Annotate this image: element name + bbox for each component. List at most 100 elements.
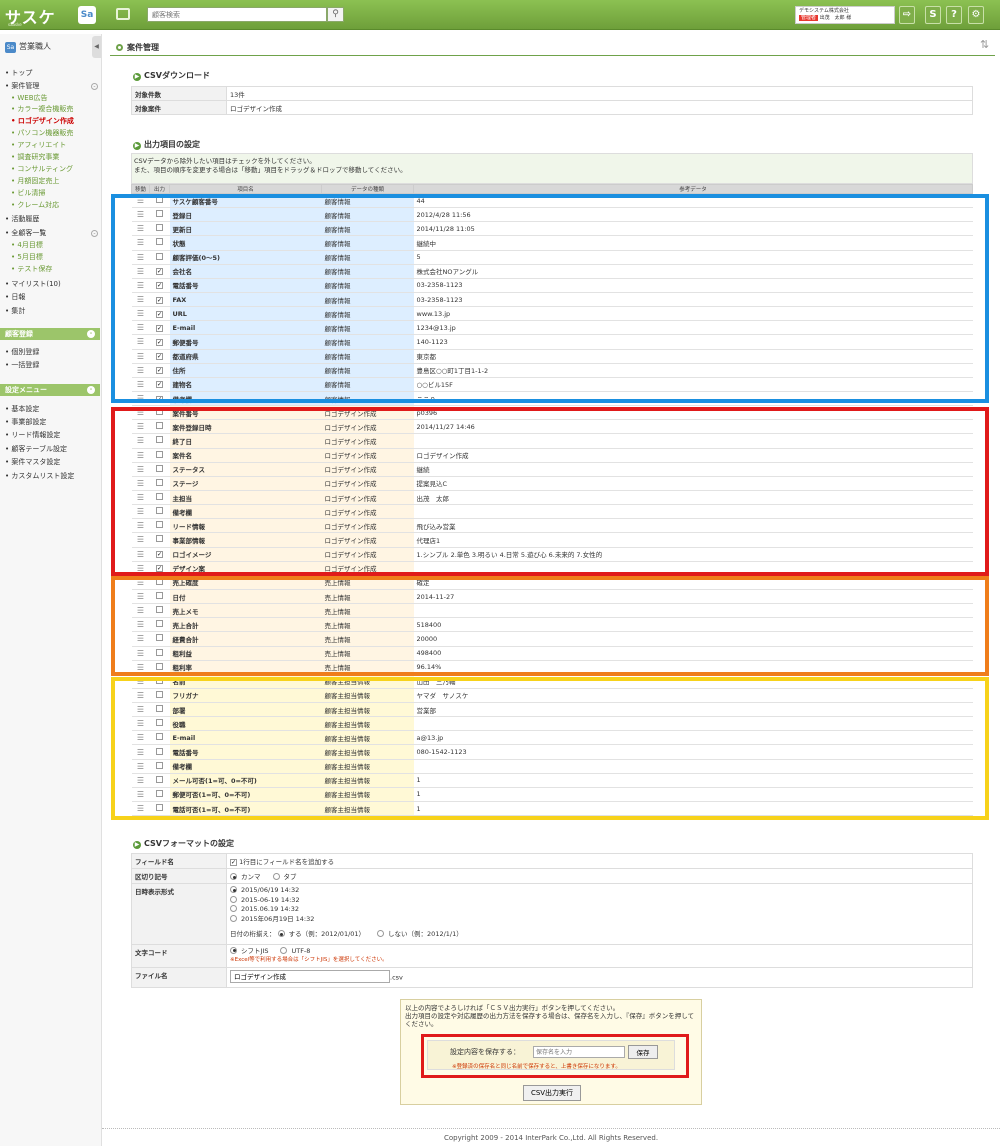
table-row[interactable]: ☰ ✓ 住所 顧客情報 豊島区○○町1丁目1-1-2 [131, 363, 973, 378]
output-checkbox[interactable] [156, 789, 163, 797]
sidebar-item-custom-list-settings[interactable]: • カスタムリスト設定 [5, 471, 74, 481]
sidebar-item-complaints[interactable]: • クレーム対応 [11, 200, 59, 210]
table-row[interactable]: ☰ ✓ 会社名 顧客情報 株式会社NOアングル [131, 264, 973, 279]
settings-icon[interactable]: ⚙ [968, 6, 984, 24]
drag-handle-icon[interactable]: ☰ [131, 349, 150, 364]
refresh-icon[interactable]: ⇅ [980, 38, 989, 51]
drag-handle-icon[interactable]: ☰ [131, 561, 150, 576]
output-checkbox[interactable]: ✓ [156, 338, 163, 346]
output-checkbox[interactable] [156, 238, 163, 246]
output-checkbox[interactable]: ✓ [156, 367, 163, 375]
output-checkbox[interactable] [156, 804, 163, 812]
drag-handle-icon[interactable]: ☰ [131, 773, 150, 788]
sidebar-item-web-ads[interactable]: • WEB広告 [11, 93, 48, 103]
table-row[interactable]: ☰ 更新日 顧客情報 2014/11/28 11:05 [131, 221, 973, 237]
table-row[interactable]: ☰ 経費合計 売上情報 20000 [131, 631, 973, 647]
search-icon[interactable]: ⚲ [327, 7, 344, 22]
output-checkbox[interactable] [156, 761, 163, 769]
sidebar-item-deals[interactable]: • 案件管理 [5, 81, 39, 91]
drag-handle-icon[interactable]: ☰ [131, 377, 150, 392]
output-checkbox[interactable] [156, 196, 163, 204]
save-name-input[interactable] [533, 1046, 625, 1058]
date-format-radio[interactable] [230, 895, 237, 903]
output-checkbox[interactable] [156, 521, 163, 529]
sidebar-item-top[interactable]: • トップ [5, 68, 32, 78]
comma-radio[interactable] [230, 873, 237, 880]
drag-handle-icon[interactable]: ☰ [131, 221, 150, 237]
drag-handle-icon[interactable]: ☰ [131, 787, 150, 803]
sidebar-item-copier-sales[interactable]: • カラー複合機販売 [11, 104, 73, 114]
sidebar-section-settings[interactable]: 設定メニュー - [0, 384, 100, 396]
drag-handle-icon[interactable]: ☰ [131, 688, 150, 704]
output-checkbox[interactable]: ✓ [156, 268, 163, 276]
output-checkbox[interactable] [156, 662, 163, 670]
sjis-radio[interactable] [230, 946, 237, 954]
output-checkbox[interactable] [156, 747, 163, 755]
sidebar-item-individual-register[interactable]: • 個別登録 [5, 347, 39, 357]
output-checkbox[interactable]: ✓ [156, 381, 163, 389]
sidebar-item-april-goal[interactable]: • 4月目標 [11, 240, 43, 250]
sidebar-item-daily-report[interactable]: • 日報 [5, 292, 25, 302]
date-format-radio[interactable] [230, 905, 237, 912]
drag-handle-icon[interactable]: ☰ [131, 617, 150, 633]
output-checkbox[interactable] [156, 224, 163, 232]
table-row[interactable]: ☰ 案件番号 ロゴデザイン作成 p0396 [131, 405, 973, 421]
drag-handle-icon[interactable]: ☰ [131, 716, 150, 732]
table-row[interactable]: ☰ ✓ 建物名 顧客情報 ○○ビル15F [131, 377, 973, 392]
sidebar-item-bulk-register[interactable]: • 一括登録 [5, 360, 39, 370]
sidebar-item-activity[interactable]: • 活動履歴 [5, 214, 39, 224]
drag-handle-icon[interactable]: ☰ [131, 264, 150, 279]
sidebar-item-test-save[interactable]: • テスト保存 [11, 264, 52, 274]
table-row[interactable]: ☰ 売上確度 売上情報 確定 [131, 575, 973, 590]
table-row[interactable]: ☰ サスケ顧客番号 顧客情報 44 [131, 193, 973, 209]
output-checkbox[interactable] [156, 422, 163, 430]
sidebar-item-building-cleaning[interactable]: • ビル清掃 [11, 188, 45, 198]
output-checkbox[interactable] [156, 634, 163, 642]
output-checkbox[interactable]: ✓ [156, 282, 163, 290]
drag-handle-icon[interactable]: ☰ [131, 603, 150, 619]
table-row[interactable]: ☰ 終了日 ロゴデザイン作成 [131, 433, 973, 449]
collapse-icon[interactable]: - [87, 386, 95, 394]
output-checkbox[interactable] [156, 690, 163, 698]
tab-radio[interactable] [272, 873, 280, 880]
sidebar-section-customer[interactable]: 顧客登録 - [0, 328, 100, 340]
drag-handle-icon[interactable]: ☰ [131, 631, 150, 647]
add-field-name-checkbox[interactable]: ✓ [230, 859, 237, 866]
output-checkbox[interactable] [156, 436, 163, 444]
table-row[interactable]: ☰ 粗利益 売上情報 498400 [131, 646, 973, 661]
date-format-radio[interactable] [230, 886, 237, 893]
output-checkbox[interactable] [156, 493, 163, 501]
output-checkbox[interactable]: ✓ [156, 551, 163, 559]
output-checkbox[interactable] [156, 464, 163, 472]
drag-handle-icon[interactable]: ☰ [131, 575, 150, 590]
drag-handle-icon[interactable]: ☰ [131, 334, 150, 350]
app-switch-button[interactable]: Sa [78, 6, 96, 24]
table-row[interactable]: ☰ ステージ ロゴデザイン作成 提案見込C [131, 476, 973, 491]
save-button[interactable]: 保存 [628, 1045, 658, 1059]
customer-search-input[interactable] [147, 7, 327, 22]
table-row[interactable]: ☰ ✓ URL 顧客情報 www.13.jp [131, 306, 973, 322]
output-checkbox[interactable] [156, 775, 163, 783]
date-format-radio[interactable] [230, 914, 237, 922]
output-checkbox[interactable] [156, 577, 163, 585]
drag-handle-icon[interactable]: ☰ [131, 589, 150, 605]
output-checkbox[interactable] [156, 620, 163, 628]
drag-handle-icon[interactable]: ☰ [131, 462, 150, 477]
sidebar-item-basic-settings[interactable]: • 基本設定 [5, 404, 39, 414]
sidebar-item-mylist[interactable]: • マイリスト(10) [5, 279, 61, 289]
table-row[interactable]: ☰ ✓ 都道府県 顧客情報 東京都 [131, 349, 973, 364]
drag-handle-icon[interactable]: ☰ [131, 476, 150, 491]
output-checkbox[interactable] [156, 705, 163, 713]
output-checkbox[interactable] [156, 719, 163, 727]
sidebar-item-may-goal[interactable]: • 5月目標 [11, 252, 43, 262]
sidebar-item-lead-settings[interactable]: • リード情報設定 [5, 430, 60, 440]
collapse-icon[interactable]: - [91, 230, 98, 237]
utf8-radio[interactable] [280, 946, 288, 954]
sidebar-item-logo-design[interactable]: • ロゴデザイン作成 [11, 116, 74, 126]
collapse-icon[interactable]: - [91, 83, 98, 90]
output-checkbox[interactable]: ✓ [156, 296, 163, 304]
table-row[interactable]: ☰ 案件登録日時 ロゴデザイン作成 2014/11/27 14:46 [131, 419, 973, 435]
output-checkbox[interactable] [156, 606, 163, 614]
table-row[interactable]: ☰ 電話番号 顧客主担当情報 080-1542-1123 [131, 744, 973, 760]
output-checkbox[interactable] [156, 592, 163, 599]
